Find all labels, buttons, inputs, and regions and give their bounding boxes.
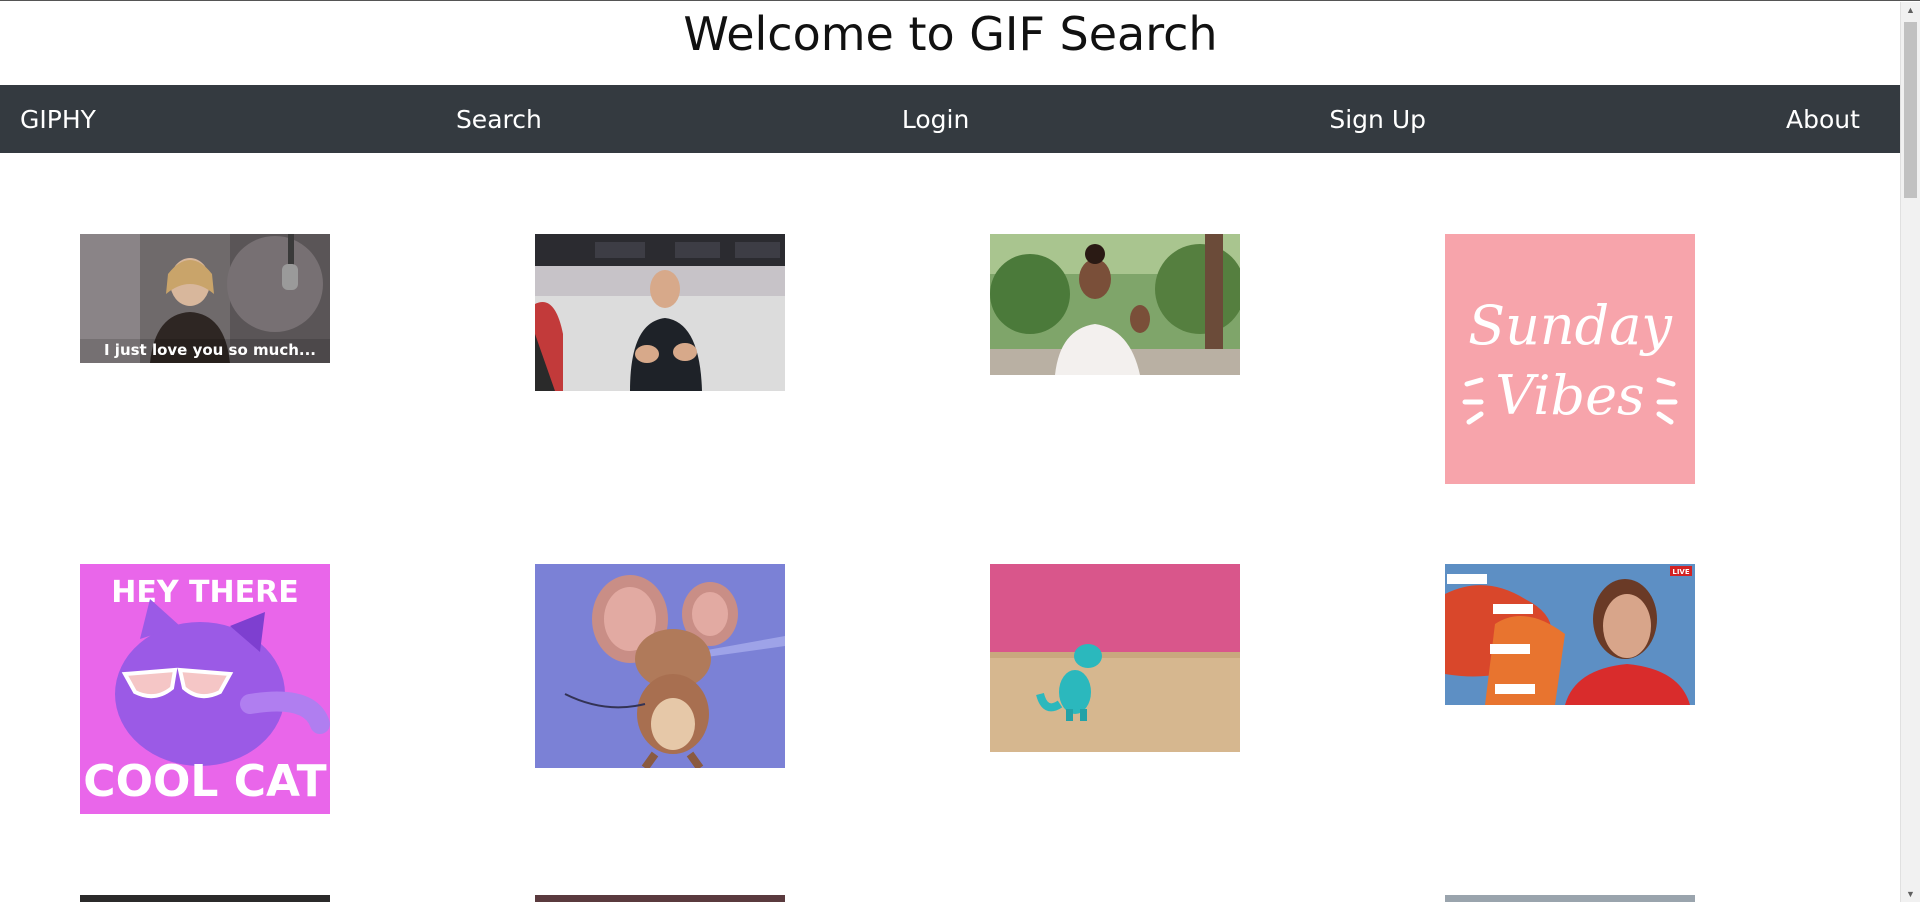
gif-text-hey-there: HEY THERE bbox=[111, 575, 298, 610]
gif-thumbnail[interactable] bbox=[535, 564, 785, 768]
nav-link-search[interactable]: Search bbox=[456, 105, 542, 134]
gif-image bbox=[535, 564, 785, 768]
vertical-scrollbar[interactable]: ▲ ▼ bbox=[1900, 2, 1920, 902]
gif-thumbnail[interactable]: I just love you so much... bbox=[80, 234, 330, 363]
gif-image: I just love you so much... bbox=[80, 234, 330, 363]
nav-link-about[interactable]: About bbox=[1786, 105, 1860, 134]
gif-thumbnail[interactable]: LIVE bbox=[1445, 564, 1695, 705]
page: Welcome to GIF Search GIPHY Search Login… bbox=[0, 0, 1920, 902]
gif-live-badge: LIVE bbox=[1672, 568, 1689, 576]
nav-link-signup[interactable]: Sign Up bbox=[1329, 105, 1426, 134]
gif-image: Sunday Vibes bbox=[1445, 234, 1695, 484]
gif-text-cool-cat: COOL CAT bbox=[83, 756, 326, 807]
gif-image bbox=[535, 895, 785, 902]
page-title: Welcome to GIF Search bbox=[683, 7, 1218, 61]
gif-caption: I just love you so much... bbox=[104, 341, 316, 359]
navbar: GIPHY Search Login Sign Up About bbox=[0, 85, 1900, 153]
gif-image bbox=[1445, 895, 1695, 902]
gif-image bbox=[990, 564, 1240, 752]
scrollbar-thumb[interactable] bbox=[1904, 22, 1917, 198]
gif-thumbnail[interactable] bbox=[535, 894, 785, 902]
gif-thumbnail[interactable] bbox=[80, 894, 330, 902]
gif-thumbnail[interactable] bbox=[1445, 894, 1695, 902]
gif-thumbnail[interactable]: Sunday Vibes bbox=[1445, 234, 1695, 484]
gif-text-sunday: Sunday bbox=[1468, 294, 1673, 357]
gif-thumbnail[interactable]: HEY THERE COOL CAT bbox=[80, 564, 330, 814]
gif-image: LIVE bbox=[1445, 564, 1695, 705]
nav-link-login[interactable]: Login bbox=[902, 105, 969, 134]
gif-image bbox=[80, 895, 330, 902]
gif-image bbox=[535, 234, 785, 391]
gif-image bbox=[990, 234, 1240, 375]
gif-image: HEY THERE COOL CAT bbox=[80, 564, 330, 814]
gif-thumbnail[interactable] bbox=[535, 234, 785, 391]
scroll-up-arrow-icon[interactable]: ▲ bbox=[1901, 2, 1920, 19]
gif-thumbnail[interactable] bbox=[990, 234, 1240, 375]
gif-text-vibes: Vibes bbox=[1495, 364, 1645, 427]
scroll-down-arrow-icon[interactable]: ▼ bbox=[1901, 886, 1920, 902]
gif-thumbnail[interactable] bbox=[990, 564, 1240, 752]
nav-link-giphy[interactable]: GIPHY bbox=[20, 105, 96, 134]
